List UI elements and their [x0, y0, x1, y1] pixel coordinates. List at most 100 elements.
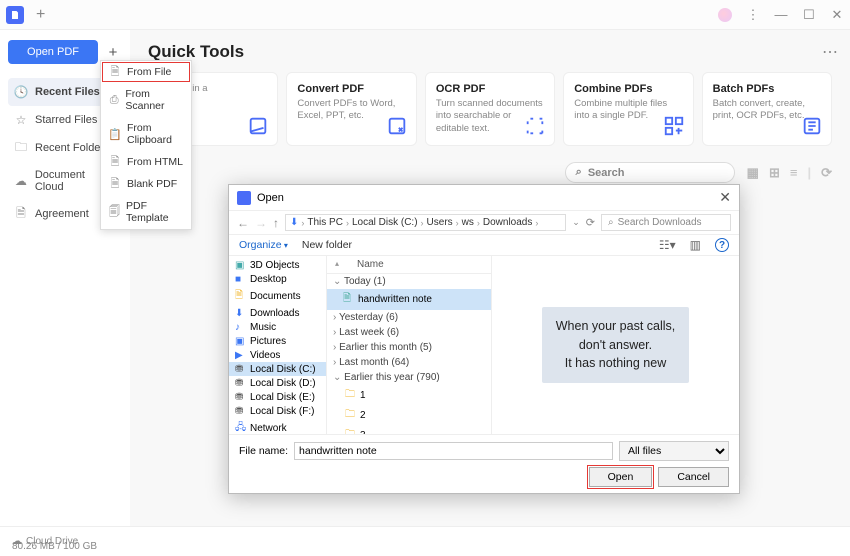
folder-item[interactable]: 🗀2: [327, 405, 491, 425]
close-button[interactable]: ✕: [830, 7, 844, 23]
tree-item[interactable]: ⬇Downloads: [229, 306, 326, 320]
breadcrumb-segment[interactable]: Users: [427, 217, 453, 228]
file-group[interactable]: Last week (6): [327, 325, 491, 340]
sidebar-icon: 🗎: [14, 207, 28, 221]
dropdown-item-from-file[interactable]: 🗎From File: [101, 61, 191, 83]
dropdown-icon: ⎙: [109, 94, 119, 106]
create-pdf-dropdown: 🗎From File⎙From Scanner📋From Clipboard🗎F…: [100, 60, 192, 230]
nav-up-button[interactable]: ↑: [273, 216, 279, 230]
folder-tree: ▣3D Objects■Desktop🗎Documents⬇Downloads♪…: [229, 256, 327, 434]
view-options-icon[interactable]: ☷▾: [659, 238, 676, 252]
help-icon[interactable]: ?: [715, 238, 729, 252]
folder-icon: ⬇: [235, 308, 246, 319]
tool-card[interactable]: Combine PDFsCombine multiple files into …: [563, 72, 693, 146]
tool-card[interactable]: OCR PDFTurn scanned documents into searc…: [425, 72, 555, 146]
refresh-icon[interactable]: ⟳: [821, 165, 832, 181]
dropdown-item-from-clipboard[interactable]: 📋From Clipboard: [101, 117, 191, 151]
tree-item[interactable]: ⛃Local Disk (D:): [229, 376, 326, 390]
breadcrumb-segment[interactable]: ws: [462, 217, 474, 228]
view-list-icon[interactable]: ≡: [790, 165, 798, 181]
view-grid-icon[interactable]: ▦: [747, 165, 759, 181]
tree-item[interactable]: 🗎Documents: [229, 286, 326, 306]
name-column-header[interactable]: Name: [357, 259, 384, 270]
tool-title: OCR PDF: [436, 83, 544, 95]
quick-tools-heading: Quick Tools: [148, 42, 832, 62]
tool-card[interactable]: Batch PDFsBatch convert, create, print, …: [702, 72, 832, 146]
folder-item[interactable]: 🗀3: [327, 425, 491, 434]
folder-icon: ⛃: [235, 406, 246, 417]
dropdown-item-blank-pdf[interactable]: 🗎Blank PDF: [101, 173, 191, 195]
tree-item[interactable]: ⛃Local Disk (C:): [229, 362, 326, 376]
tree-item[interactable]: ■Desktop: [229, 272, 326, 286]
search-icon: ⌕: [576, 166, 582, 179]
nav-back-button[interactable]: ←: [237, 216, 249, 230]
open-pdf-button[interactable]: Open PDF: [8, 40, 98, 64]
tree-item[interactable]: ♪Music: [229, 320, 326, 334]
dropdown-icon: 🗎: [109, 66, 121, 78]
tool-title: Batch PDFs: [713, 83, 821, 95]
view-thumb-icon[interactable]: ⊞: [769, 165, 780, 181]
folder-icon: 🗎: [235, 288, 246, 305]
dropdown-item-from-html[interactable]: 🗎From HTML: [101, 151, 191, 173]
file-item[interactable]: 🗎handwritten note: [327, 289, 491, 310]
file-group[interactable]: Yesterday (6): [327, 310, 491, 325]
file-group[interactable]: Earlier this month (5): [327, 340, 491, 355]
dialog-app-icon: [237, 191, 251, 205]
preview-pane-icon[interactable]: ▥: [690, 238, 701, 252]
dropdown-label: Blank PDF: [127, 178, 177, 190]
dialog-title: Open: [257, 192, 284, 204]
breadcrumb-dropdown[interactable]: ⌄: [572, 217, 580, 228]
breadcrumb-segment[interactable]: This PC: [307, 217, 343, 228]
tree-item[interactable]: ▶Videos: [229, 348, 326, 362]
search-input[interactable]: ⌕ Search: [565, 162, 735, 183]
new-folder-button[interactable]: New folder: [302, 239, 352, 251]
preview-line: don't answer.: [556, 336, 676, 355]
new-tab-button[interactable]: +: [36, 6, 45, 24]
folder-label: 1: [360, 390, 366, 401]
folder-icon: 🗀: [345, 427, 356, 435]
file-group[interactable]: Earlier this year (790): [327, 370, 491, 385]
sidebar-item-label: Recent Folders: [35, 142, 110, 154]
filetype-select[interactable]: All files: [619, 441, 729, 461]
tree-item[interactable]: ⛃Local Disk (E:): [229, 390, 326, 404]
file-group[interactable]: Last month (64): [327, 355, 491, 370]
breadcrumb-segment[interactable]: Local Disk (C:): [352, 217, 418, 228]
cancel-button[interactable]: Cancel: [658, 467, 729, 487]
filename-input[interactable]: [294, 442, 613, 460]
nav-forward-button[interactable]: →: [255, 216, 267, 230]
dialog-close-button[interactable]: ✕: [719, 189, 731, 206]
sidebar-item-label: Recent Files: [35, 86, 100, 98]
account-icon[interactable]: [718, 8, 732, 22]
breadcrumb-segment[interactable]: Downloads: [483, 217, 532, 228]
tool-card[interactable]: Convert PDFConvert PDFs to Word, Excel, …: [286, 72, 416, 146]
sidebar-icon: ☁: [14, 174, 28, 188]
breadcrumb[interactable]: ⬇ ›This PC›Local Disk (C:)›Users›ws›Down…: [285, 214, 566, 231]
dropdown-label: From Scanner: [125, 88, 183, 112]
sidebar-icon: ☆: [14, 113, 28, 127]
tree-label: Music: [250, 322, 276, 333]
tree-item[interactable]: ▣3D Objects: [229, 258, 326, 272]
dropdown-item-pdf-template[interactable]: 🗐PDF Template: [101, 195, 191, 229]
refresh-button[interactable]: ⟳: [586, 216, 595, 229]
add-button[interactable]: +: [104, 44, 122, 61]
file-group[interactable]: Today (1): [327, 274, 491, 289]
tree-item[interactable]: ▣Pictures: [229, 334, 326, 348]
tree-item[interactable]: ⛃Local Disk (F:): [229, 404, 326, 418]
dialog-search-input[interactable]: ⌕ Search Downloads: [601, 214, 731, 231]
tree-item[interactable]: 🖧Network: [229, 418, 326, 434]
folder-item[interactable]: 🗀1: [327, 385, 491, 405]
organize-menu[interactable]: Organize: [239, 239, 288, 251]
tool-icon: [663, 115, 685, 137]
storage-status: 80.26 MB / 100 GB: [12, 541, 97, 552]
dropdown-label: From Clipboard: [127, 122, 183, 146]
open-button[interactable]: Open: [589, 467, 653, 487]
folder-icon: 🖧: [235, 420, 246, 435]
view-divider: |: [807, 165, 811, 181]
dropdown-item-from-scanner[interactable]: ⎙ From Scanner: [101, 83, 191, 117]
maximize-button[interactable]: ☐: [802, 7, 816, 23]
content-menu-dots[interactable]: ⋯: [822, 42, 840, 62]
dropdown-icon: 🗎: [109, 156, 121, 168]
folder-icon: ⛃: [235, 392, 246, 403]
minimize-button[interactable]: —: [774, 7, 788, 22]
menu-dots[interactable]: ⋮: [746, 7, 760, 23]
